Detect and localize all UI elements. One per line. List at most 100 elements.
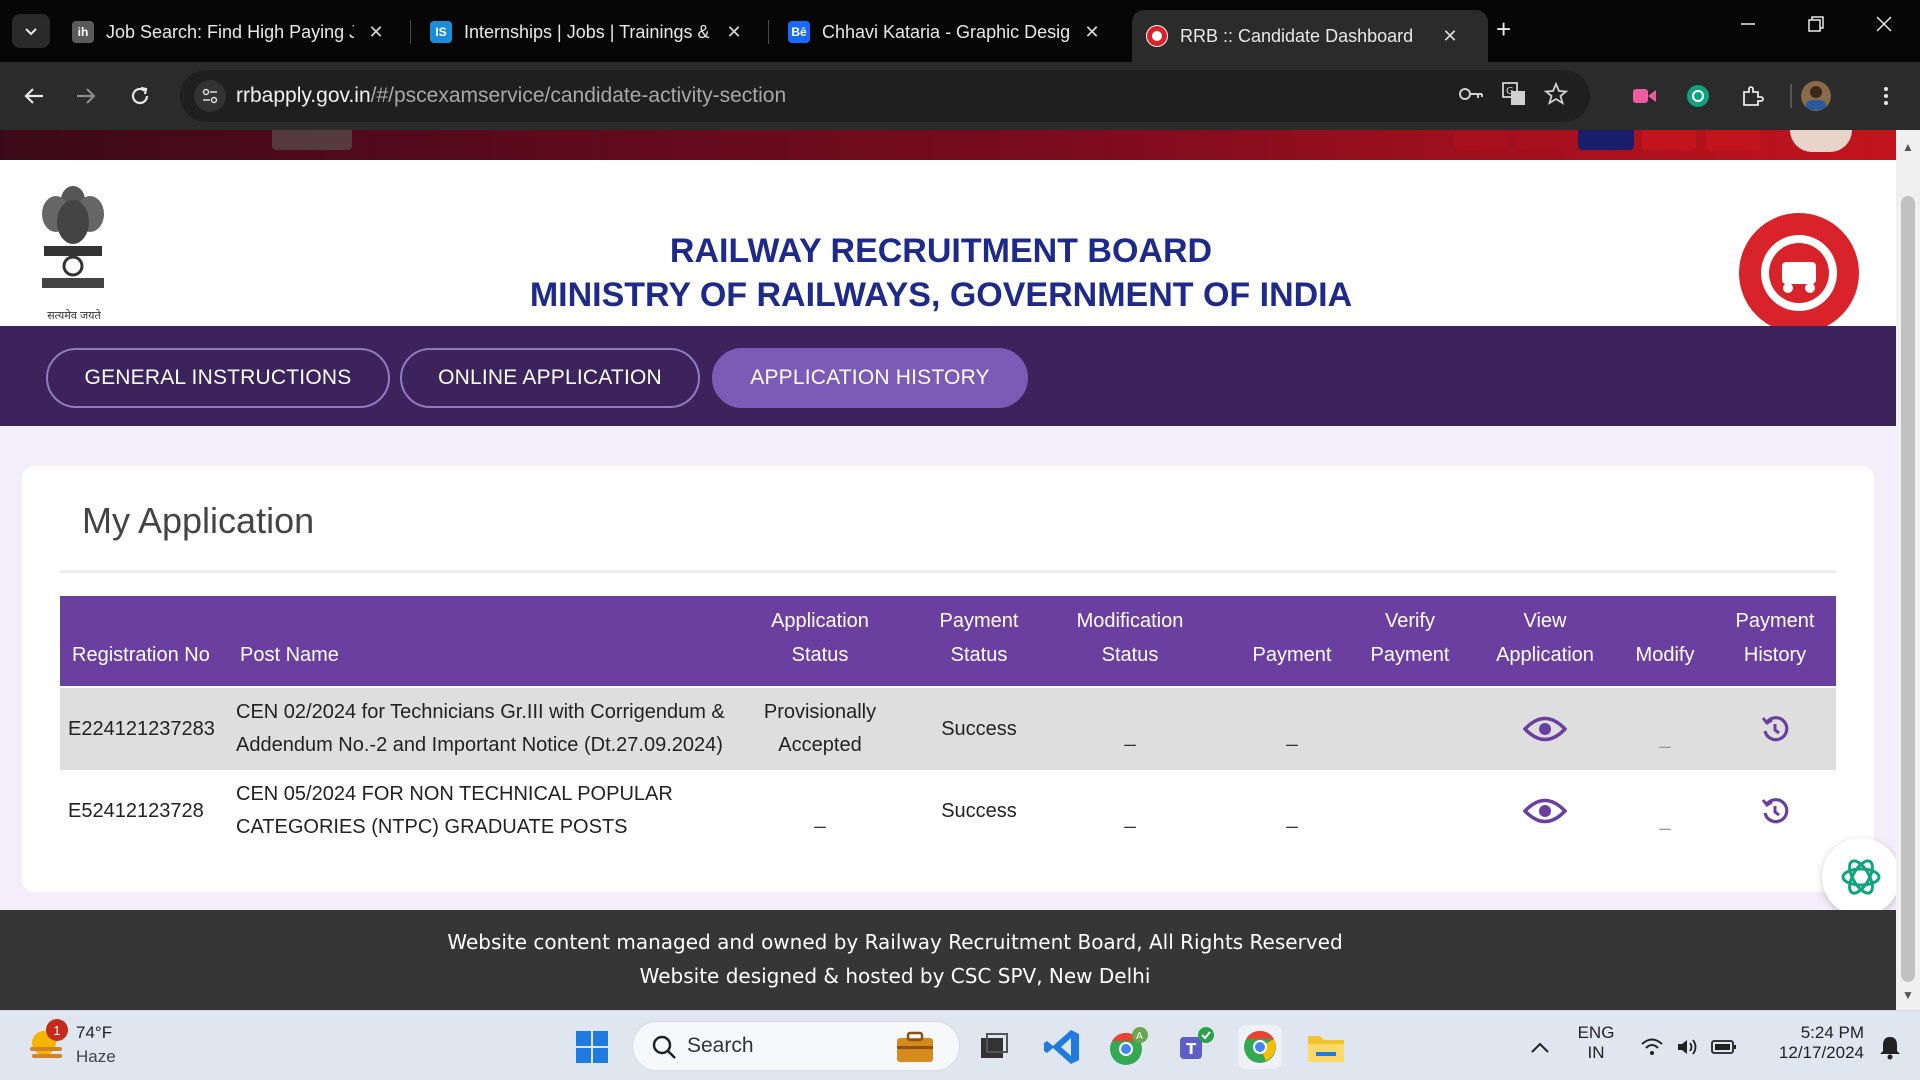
close-icon[interactable]: ✕ — [1082, 22, 1102, 43]
scroll-up-icon[interactable]: ▲ — [1896, 140, 1920, 154]
back-button[interactable] — [16, 78, 52, 114]
tab-application-history[interactable]: APPLICATION HISTORY — [712, 348, 1028, 408]
forward-button[interactable] — [68, 78, 104, 114]
arrow-right-icon — [77, 88, 96, 104]
weather-description[interactable]: Haze — [76, 1047, 116, 1067]
top-strip-button[interactable] — [1578, 130, 1634, 150]
search-placeholder: Search — [687, 1034, 754, 1057]
close-window-button[interactable] — [1874, 14, 1894, 40]
site-settings-icon[interactable] — [194, 80, 226, 112]
user-avatar[interactable] — [1790, 130, 1852, 152]
chatgpt-icon — [1841, 859, 1881, 895]
chrome-profile-icon[interactable]: A — [1106, 1025, 1150, 1069]
registration-no: E52412123728 — [68, 799, 204, 822]
top-strip-button[interactable] — [1454, 130, 1508, 150]
notification-bell-icon[interactable] — [1868, 1025, 1912, 1069]
chrome-active-icon[interactable] — [1238, 1025, 1282, 1069]
taskbar-search-box[interactable]: Search — [632, 1021, 960, 1071]
payment-status: Success — [941, 717, 1017, 740]
tab-search-button[interactable] — [12, 14, 50, 48]
vscode-icon[interactable] — [1040, 1025, 1084, 1069]
url-text[interactable]: rrbapply.gov.in/#/pscexamservice/candida… — [236, 84, 786, 108]
show-hidden-icons-chevron-icon[interactable] — [1518, 1025, 1562, 1069]
tab-title: RRB :: Candidate Dashboard — [1180, 25, 1414, 46]
tab-online-application[interactable]: ONLINE APPLICATION — [400, 348, 700, 408]
weather-temperature[interactable]: 74°F — [76, 1023, 112, 1043]
payment: _ — [1286, 724, 1298, 747]
eye-icon — [1523, 716, 1567, 742]
table-header: Registration No Post Name Application Sta… — [60, 596, 1836, 686]
page-content: सत्यमेव जयते RAILWAY RECRUITMENT BOARD M… — [0, 130, 1900, 1010]
column-header-application-status: Application Status — [771, 610, 869, 666]
site-header: सत्यमेव जयते RAILWAY RECRUITMENT BOARD M… — [0, 160, 1896, 333]
address-bar[interactable]: rrbapply.gov.in/#/pscexamservice/candida… — [180, 70, 1590, 122]
close-icon[interactable]: ✕ — [366, 22, 386, 43]
windows-start-button[interactable] — [570, 1025, 614, 1069]
browser-tab[interactable]: IS Internships | Jobs | Trainings & I ✕ — [416, 10, 762, 54]
top-strip-button[interactable] — [1706, 130, 1760, 150]
clock[interactable]: 5:24 PM 12/17/2024 — [1758, 1023, 1864, 1063]
view-application-button[interactable] — [1480, 688, 1610, 770]
close-icon — [1876, 16, 1892, 32]
windows-taskbar: 1 74°F Haze Search A T ENGIN 5:24 PM12 — [0, 1010, 1920, 1080]
column-header-post-name: Post Name — [240, 644, 339, 666]
restore-button[interactable] — [1806, 14, 1826, 40]
search-icon — [652, 1035, 676, 1059]
payment-history-button[interactable] — [1720, 770, 1830, 852]
close-icon[interactable]: ✕ — [1440, 26, 1460, 47]
reload-button[interactable] — [122, 78, 158, 114]
my-application-card: My Application Registration No Post Name… — [22, 466, 1874, 892]
column-header-payment-history: Payment History — [1735, 610, 1815, 666]
post-name: CEN 02/2024 for Technicians Gr.III with … — [236, 701, 725, 756]
divider — [60, 570, 1836, 573]
payment-history-button[interactable] — [1720, 688, 1830, 770]
browser-tab[interactable]: Bē Chhavi Kataria - Graphic Design ✕ — [774, 10, 1120, 54]
site-footer: Website content managed and owned by Rai… — [0, 910, 1896, 1010]
restore-icon — [1808, 16, 1824, 32]
indian-railways-logo-icon — [1739, 213, 1859, 333]
main-nav: GENERAL INSTRUCTIONS ONLINE APPLICATION … — [0, 326, 1896, 426]
minimize-button[interactable] — [1738, 14, 1758, 40]
view-application-button[interactable] — [1480, 770, 1610, 852]
toolbar-divider — [1790, 84, 1792, 108]
translate-icon[interactable]: G — [1502, 82, 1526, 112]
modification-status: _ — [1124, 724, 1136, 747]
browser-tab-active[interactable]: RRB :: Candidate Dashboard ✕ — [1132, 10, 1488, 62]
password-key-icon[interactable] — [1458, 82, 1484, 112]
tab-general-instructions[interactable]: GENERAL INSTRUCTIONS — [46, 348, 390, 408]
column-header-verify-payment: Verify Payment — [1370, 610, 1450, 666]
browser-tab[interactable]: ih Job Search: Find High Paying Jo ✕ — [58, 10, 404, 54]
url-path: /#/pscexamservice/candidate-activity-sec… — [370, 84, 787, 107]
arrow-left-icon — [24, 88, 43, 104]
battery-icon[interactable] — [1702, 1025, 1746, 1069]
profile-avatar[interactable] — [1798, 78, 1834, 114]
rrb-icon — [1146, 25, 1168, 47]
language-indicator[interactable]: ENG IN — [1574, 1023, 1618, 1063]
site-subtitle: MINISTRY OF RAILWAYS, GOVERNMENT OF INDI… — [529, 276, 1353, 314]
extensions-puzzle-icon[interactable] — [1734, 78, 1770, 114]
history-icon — [1761, 716, 1789, 742]
chatgpt-extension-icon[interactable] — [1680, 78, 1716, 114]
teams-icon[interactable]: T — [1172, 1025, 1216, 1069]
top-strip-button[interactable] — [1642, 130, 1696, 150]
reload-icon — [131, 86, 149, 105]
screen-recorder-extension-icon[interactable] — [1626, 78, 1662, 114]
new-tab-button[interactable]: + — [1496, 14, 1511, 45]
browser-menu-icon[interactable] — [1868, 78, 1904, 114]
top-strip-button[interactable] — [1516, 130, 1570, 150]
file-explorer-icon[interactable] — [1304, 1025, 1348, 1069]
task-view-icon[interactable] — [972, 1025, 1016, 1069]
column-header-modification-status: Modification Status — [1076, 610, 1184, 666]
browser-toolbar: rrbapply.gov.in/#/pscexamservice/candida… — [0, 62, 1920, 130]
page-scrollbar[interactable]: ▲ ▼ — [1896, 130, 1920, 1010]
top-strip-button[interactable] — [272, 130, 352, 150]
svg-text:A: A — [1136, 1031, 1143, 1042]
scroll-down-icon[interactable]: ▼ — [1896, 988, 1920, 1002]
bookmark-star-icon[interactable] — [1543, 81, 1569, 112]
column-header-view-application: View Application — [1496, 610, 1594, 666]
tab-title: Internships | Jobs | Trainings & I — [464, 21, 712, 42]
close-icon[interactable]: ✕ — [724, 22, 744, 43]
payment: _ — [1286, 806, 1298, 829]
scrollbar-thumb[interactable] — [1901, 196, 1915, 982]
chatgpt-floating-button[interactable] — [1822, 838, 1900, 916]
